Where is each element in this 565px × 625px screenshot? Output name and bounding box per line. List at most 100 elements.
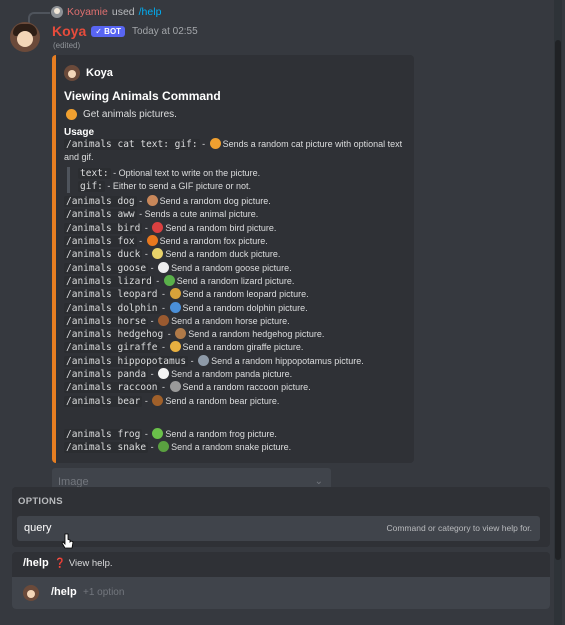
options-panel: OPTIONS query Command or category to vie… (12, 487, 550, 547)
animal-emoji-icon (163, 274, 175, 286)
animal-emoji-icon (158, 261, 170, 273)
command-code: /animals frog (64, 428, 143, 440)
chevron-down-icon[interactable]: ⌄ (315, 476, 323, 487)
animal-emoji-icon (158, 441, 170, 453)
bot-avatar[interactable] (10, 22, 40, 52)
reply-username[interactable]: Koyamie (67, 6, 108, 18)
bot-name[interactable]: Koya (52, 23, 86, 39)
usage-line: /animals bird - Send a random bird pictu… (64, 221, 404, 235)
separator: - (159, 342, 168, 353)
query-option-description: Command or category to view help for. (386, 523, 532, 533)
reply-command[interactable]: /help (139, 6, 162, 18)
embed-title: Viewing Animals Command (64, 89, 221, 103)
line-description: Sends a cute animal picture. (144, 209, 259, 220)
separator: - (104, 180, 113, 191)
help-command-name: /help (23, 557, 49, 569)
command-code: /animals aww (64, 209, 137, 221)
usage-line: /animals raccoon - Send a random raccoon… (64, 381, 404, 394)
line-description: Send a random leopard picture. (182, 289, 309, 300)
separator: - (136, 209, 145, 220)
line-description: Send a random frog picture. (165, 428, 277, 439)
line-description: Send a random dog picture. (159, 196, 271, 207)
scrollbar-thumb[interactable] (555, 40, 561, 560)
usage-line: /animals panda - Send a random panda pic… (64, 368, 404, 381)
command-code: gif: (78, 180, 105, 192)
help-command-suggestion[interactable]: /help ❓ View help. (12, 552, 550, 576)
line-description: Send a random raccoon picture. (182, 382, 311, 393)
animal-emoji-icon (169, 301, 181, 313)
command-code: /animals horse (64, 315, 149, 327)
embed-description-text: Get animals pictures. (83, 109, 177, 120)
line-description: Send a random panda picture. (171, 369, 293, 380)
usage-line: /animals lizard - Send a random lizard p… (64, 274, 404, 288)
query-option-row[interactable]: query Command or category to view help f… (17, 516, 540, 541)
command-code: /animals raccoon (64, 382, 160, 394)
chat-input[interactable]: /help +1 option (12, 577, 550, 609)
animal-emoji-icon (152, 221, 164, 233)
line-description: Send a random goose picture. (171, 262, 292, 273)
separator: - (136, 236, 145, 247)
bot-badge: ✓ BOT (91, 25, 126, 37)
line-description: Send a random hippopotamus picture. (211, 355, 364, 366)
app-avatar (23, 585, 39, 601)
animal-emoji-icon (198, 354, 210, 366)
question-mark-icon: ❓ (54, 558, 66, 569)
command-code: /animals duck (64, 249, 143, 261)
separator: - (142, 428, 151, 439)
usage-line: /animals fox - Send a random fox picture… (64, 235, 404, 248)
separator: - (110, 167, 119, 178)
separator: - (142, 395, 151, 406)
animal-emoji-icon (158, 368, 170, 380)
usage-line: /animals cat text: gif: - Sends a random… (64, 138, 404, 165)
line-description: Send a random lizard picture. (176, 275, 295, 286)
line-description: Send a random dolphin picture. (182, 302, 308, 313)
cat-options-block: text: - Optional text to write on the pi… (67, 166, 404, 194)
usage-line: /animals snake - Send a random snake pic… (64, 441, 404, 454)
command-code: /animals hedgehog (64, 329, 166, 341)
usage-line: gif: - Either to send a GIF picture or n… (78, 180, 404, 193)
separator: - (199, 139, 208, 149)
command-code: /animals fox (64, 236, 137, 248)
line-description: Send a random snake picture. (171, 442, 292, 453)
separator: - (148, 442, 157, 453)
animal-emoji-icon (169, 381, 181, 393)
command-code: /animals lizard (64, 275, 154, 287)
command-code: /animals giraffe (64, 342, 160, 354)
command-code: /animals dolphin (64, 302, 160, 314)
animal-emoji-icon (152, 394, 164, 406)
embed-author: Koya (64, 63, 404, 83)
query-option-name: query (24, 522, 52, 534)
options-heading: OPTIONS (18, 496, 63, 507)
embed-description: Get animals pictures. (64, 109, 404, 120)
embed-author-name: Koya (86, 67, 113, 79)
cat-face-icon (66, 109, 77, 120)
command-autocomplete: /help ❓ View help. /help +1 option (12, 552, 550, 609)
animal-emoji-icon (146, 235, 158, 247)
separator: - (148, 262, 157, 273)
separator: - (153, 275, 162, 286)
line-description: Send a random horse picture. (171, 315, 290, 326)
help-command-description: ❓ View help. (54, 558, 113, 569)
separator: - (142, 249, 151, 260)
help-desc-text: View help. (68, 558, 113, 569)
animal-emoji-icon (169, 341, 181, 353)
usage-line: /animals aww - Sends a cute animal pictu… (64, 208, 404, 221)
animal-emoji-icon (175, 328, 187, 340)
line-description: Send a random bear picture. (165, 395, 280, 406)
separator: - (159, 289, 168, 300)
reply-reference[interactable]: Koyamie used /help (51, 6, 161, 18)
animal-emoji-icon (146, 195, 158, 207)
embed-author-avatar (64, 65, 80, 81)
input-command: /help (51, 586, 77, 598)
separator: - (159, 302, 168, 313)
message-timestamp: Today at 02:55 (132, 25, 198, 37)
input-option-hint: +1 option (83, 587, 125, 598)
usage-line: /animals frog - Send a random frog pictu… (64, 427, 404, 441)
command-code: /animals snake (64, 442, 149, 454)
help-embed: Koya Viewing Animals Command Get animals… (52, 55, 414, 463)
reply-avatar (51, 6, 63, 18)
usage-list: /animals cat text: gif: - Sends a random… (64, 138, 404, 408)
line-description: Send a random giraffe picture. (182, 342, 304, 353)
usage-line: /animals dog - Send a random dog picture… (64, 195, 404, 208)
line-description: Send a random fox picture. (159, 236, 268, 247)
